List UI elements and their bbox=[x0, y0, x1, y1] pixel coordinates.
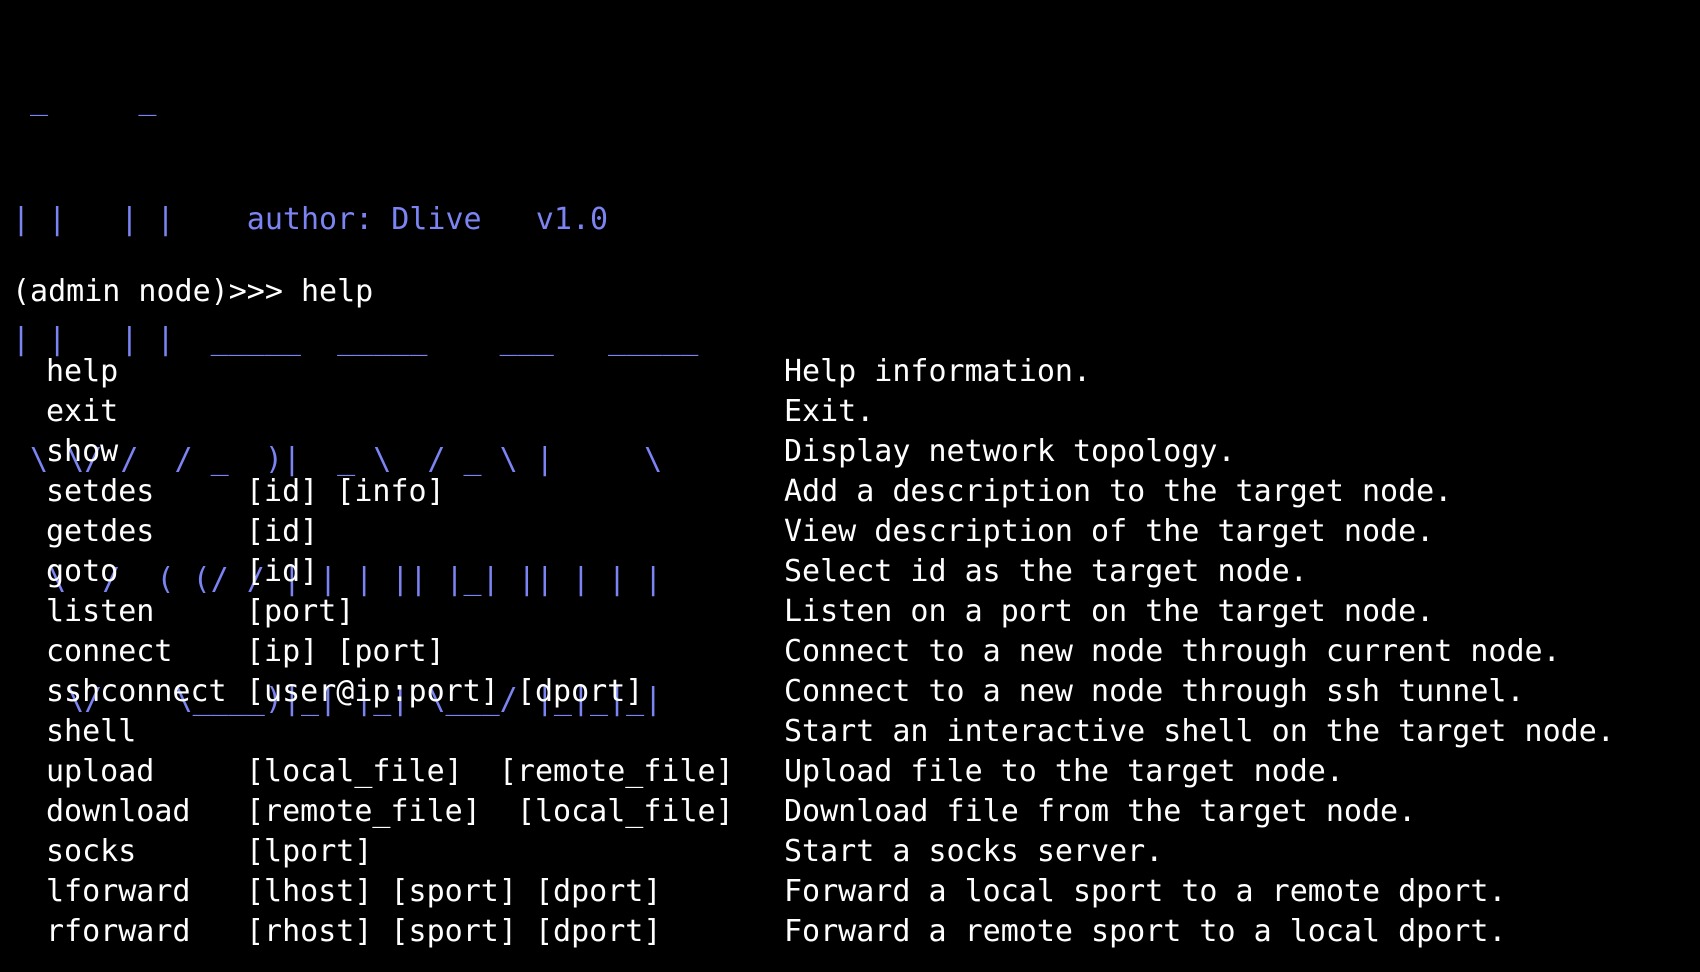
command-name: help bbox=[46, 354, 119, 389]
command-description: Add a description to the target node. bbox=[784, 474, 1453, 509]
help-row-sshconnect: sshconnect [user@ip:port] [dport] Connect … bbox=[46, 672, 1686, 712]
command-args: [port] bbox=[246, 594, 355, 629]
command-args: [local_file] [remote_file] bbox=[246, 754, 734, 789]
command-args: [lport] bbox=[246, 834, 373, 869]
banner-line-author: | | | | author: Dlive v1.0 bbox=[12, 202, 609, 237]
help-row-connect: connect [ip] [port] Connect to a new node … bbox=[46, 632, 1686, 672]
command-description: Start an interactive shell on the target… bbox=[784, 714, 1615, 749]
command-description: Help information. bbox=[784, 354, 1092, 389]
command-name: connect bbox=[46, 634, 173, 669]
help-row-socks: socks [lport] Start a socks server. bbox=[46, 832, 1686, 872]
banner-line: _ _ bbox=[12, 82, 157, 117]
terminal-window: _ _ | | | | author: Dlive v1.0 | | | | _… bbox=[0, 0, 1700, 972]
command-args: [user@ip:port] [dport] bbox=[246, 674, 644, 709]
command-args: [rhost] [sport] [dport] bbox=[246, 914, 662, 949]
help-row-lforward: lforward [lhost] [sport] [dport] Forward a… bbox=[46, 872, 1686, 912]
help-row-upload: upload [local_file] [remote_file] Upload f… bbox=[46, 752, 1686, 792]
command-args: [id] bbox=[246, 554, 319, 589]
command-description: Connect to a new node through ssh tunnel… bbox=[784, 674, 1525, 709]
command-description: Start a socks server. bbox=[784, 834, 1164, 869]
command-args: [ip] [port] bbox=[246, 634, 445, 669]
help-row-setdes: setdes [id] [info] Add a description to th… bbox=[46, 472, 1686, 512]
help-row-getdes: getdes [id] View description of the target… bbox=[46, 512, 1686, 552]
command-args: [remote_file] [local_file] bbox=[246, 794, 734, 829]
command-name: download bbox=[46, 794, 191, 829]
command-prompt[interactable]: (admin node)>>> help bbox=[12, 272, 373, 312]
command-description: Exit. bbox=[784, 394, 875, 429]
help-row-goto: goto [id] Select id as the target node. bbox=[46, 552, 1686, 592]
command-name: sshconnect bbox=[46, 674, 227, 709]
help-output-table: help Help information. exit Exit. show Displa… bbox=[46, 352, 1686, 952]
command-description: Forward a remote sport to a local dport. bbox=[784, 914, 1507, 949]
help-row-help: help Help information. bbox=[46, 352, 1686, 392]
command-description: Forward a local sport to a remote dport. bbox=[784, 874, 1507, 909]
command-name: listen bbox=[46, 594, 155, 629]
help-row-rforward: rforward [rhost] [sport] [dport] Forward a… bbox=[46, 912, 1686, 952]
help-row-shell: shell Start an interactive shell on the t… bbox=[46, 712, 1686, 752]
command-description: Display network topology. bbox=[784, 434, 1236, 469]
command-name: getdes bbox=[46, 514, 155, 549]
command-name: socks bbox=[46, 834, 137, 869]
command-args: [id] [info] bbox=[246, 474, 445, 509]
command-name: exit bbox=[46, 394, 119, 429]
command-description: Download file from the target node. bbox=[784, 794, 1417, 829]
command-description: View description of the target node. bbox=[784, 514, 1435, 549]
command-description: Connect to a new node through current no… bbox=[784, 634, 1561, 669]
command-args: [id] bbox=[246, 514, 319, 549]
help-row-exit: exit Exit. bbox=[46, 392, 1686, 432]
command-description: Upload file to the target node. bbox=[784, 754, 1344, 789]
command-name: shell bbox=[46, 714, 137, 749]
command-description: Select id as the target node. bbox=[784, 554, 1308, 589]
command-name: rforward bbox=[46, 914, 191, 949]
help-row-listen: listen [port] Listen on a port on the targ… bbox=[46, 592, 1686, 632]
help-row-show: show Display network topology. bbox=[46, 432, 1686, 472]
command-name: show bbox=[46, 434, 119, 469]
command-name: setdes bbox=[46, 474, 155, 509]
command-name: goto bbox=[46, 554, 119, 589]
command-args: [lhost] [sport] [dport] bbox=[246, 874, 662, 909]
help-row-download: download [remote_file] [local_file] Downlo… bbox=[46, 792, 1686, 832]
command-description: Listen on a port on the target node. bbox=[784, 594, 1435, 629]
command-name: lforward bbox=[46, 874, 191, 909]
command-name: upload bbox=[46, 754, 155, 789]
